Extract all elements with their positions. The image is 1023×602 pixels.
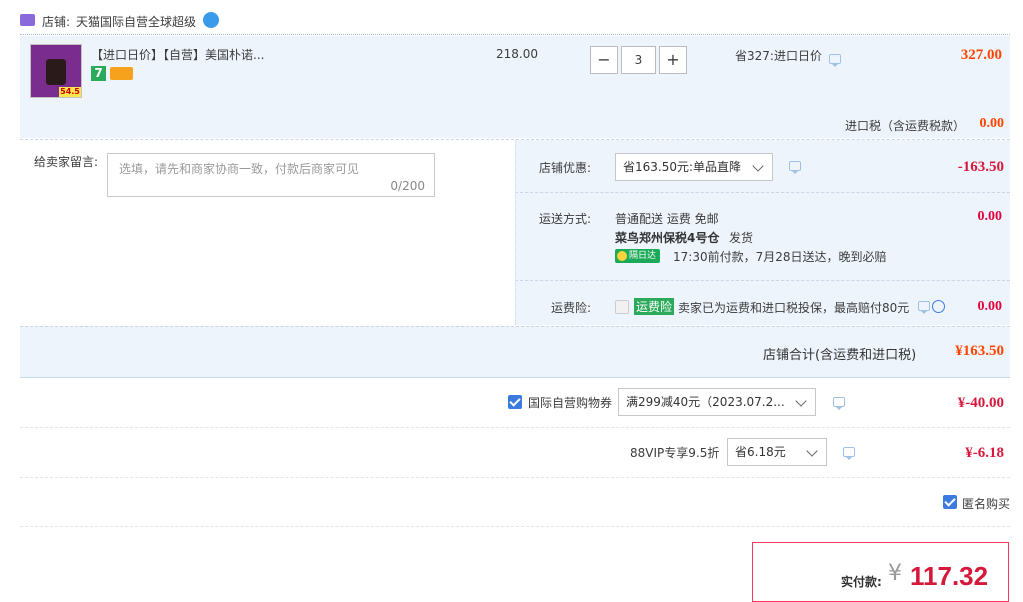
message-counter: 0/200: [390, 179, 425, 193]
tax-value: 0.00: [979, 116, 1005, 131]
delivery-eta: 17:30前付款，7月28日送达，晚到必赔: [673, 250, 887, 264]
divider: [20, 477, 1010, 478]
shop-total-label: 店铺合计(含运费和进口税): [763, 348, 917, 363]
insurance-tag: 运费险: [634, 298, 675, 315]
column-divider: [515, 140, 516, 325]
item-subtotal: 327.00: [960, 47, 1002, 63]
chat-icon[interactable]: [789, 161, 801, 174]
pay-label: 实付款:: [841, 575, 882, 589]
qty-minus-button[interactable]: −: [590, 46, 618, 74]
chevron-down-icon: [806, 445, 818, 457]
next-day-badge-label: 隔日达: [629, 251, 657, 261]
message-placeholder: 选填，请先和商家协商一致，付款后商家可见: [119, 162, 360, 176]
pay-currency: ¥: [888, 561, 902, 586]
header-divider: [20, 34, 1010, 35]
vip-label: 88VIP专享9.5折: [630, 446, 720, 460]
shop-name-link[interactable]: 天猫国际自营全球超级: [76, 13, 196, 30]
divider: [515, 280, 1010, 281]
dispatch-text: 发货: [729, 231, 754, 245]
vip-value: ¥-6.18: [965, 445, 1004, 461]
chat-icon[interactable]: [843, 447, 855, 460]
coupon-value: ¥-40.00: [957, 395, 1004, 411]
quantity-stepper: − 3 +: [590, 46, 687, 74]
divider: [515, 192, 1010, 193]
help-icon[interactable]: [932, 300, 945, 313]
shop-icon: [20, 14, 35, 26]
message-label: 给卖家留言:: [34, 155, 99, 169]
unit-price: 218.00: [496, 47, 538, 61]
vip-select[interactable]: 省6.18元: [727, 438, 827, 466]
chevron-down-icon: [752, 160, 764, 172]
chat-bubble-icon[interactable]: [203, 12, 219, 28]
chat-icon[interactable]: [833, 397, 845, 410]
product-thumbnail[interactable]: 54.5: [30, 44, 82, 98]
shop-discount-label: 店铺优惠:: [539, 161, 592, 175]
coupon-selected: 满299减40元（2023.07.2...: [626, 395, 785, 409]
tax-label: 进口税（含运费税款）: [845, 119, 966, 133]
anonymous-checkbox[interactable]: [943, 495, 957, 509]
shop-discount-select[interactable]: 省163.50元:单品直降: [615, 153, 773, 181]
qty-plus-button[interactable]: +: [659, 46, 687, 74]
seven-day-return-icon: 7: [91, 66, 106, 81]
next-day-badge: 隔日达: [615, 249, 660, 263]
shipping-method: 普通配送 运费 免邮: [615, 212, 719, 226]
pay-amount: 117.32: [910, 561, 989, 591]
chat-icon[interactable]: [829, 54, 841, 67]
divider: [20, 427, 1010, 428]
chat-icon[interactable]: [918, 301, 930, 314]
shipping-label: 运送方式:: [539, 212, 592, 226]
message-textarea[interactable]: 选填，请先和商家协商一致，付款后商家可见 0/200: [107, 153, 435, 197]
thumb-bottle: [46, 59, 66, 85]
payment-summary-box: 实付款: ¥ 117.32: [752, 542, 1009, 602]
insurance-checkbox[interactable]: [615, 300, 629, 314]
coupon-select[interactable]: 满299减40元（2023.07.2...: [618, 388, 816, 416]
save-note: 省327:进口日价: [735, 49, 822, 63]
chevron-down-icon: [795, 395, 807, 407]
shop-label: 店铺:: [42, 15, 71, 29]
vip-selected: 省6.18元: [735, 445, 786, 459]
coupon-label: 国际自营购物券: [528, 396, 613, 410]
shop-discount-value: -163.50: [957, 159, 1004, 175]
shipping-value: 0.00: [977, 209, 1003, 224]
lightning-icon: [617, 251, 627, 261]
shop-discount-selected: 省163.50元:单品直降: [623, 160, 742, 174]
product-title-link[interactable]: 【进口日价】【自营】美国朴诺...: [91, 46, 264, 63]
anonymous-label: 匿名购买: [962, 497, 1011, 511]
insurance-value: 0.00: [977, 299, 1003, 314]
qty-input[interactable]: 3: [621, 46, 656, 74]
shop-total-value: ¥163.50: [955, 343, 1004, 359]
thumb-price-tag: 54.5: [59, 87, 81, 97]
divider: [20, 526, 1010, 527]
coupon-checkbox[interactable]: [508, 395, 522, 409]
warehouse-name: 菜鸟郑州保税4号仓: [615, 231, 720, 245]
insurance-label: 运费险:: [551, 301, 592, 315]
insurance-desc: 卖家已为运费和进口税投保，最高赔付80元: [678, 301, 910, 315]
credit-card-icon: [110, 67, 133, 80]
divider: [20, 377, 1010, 378]
